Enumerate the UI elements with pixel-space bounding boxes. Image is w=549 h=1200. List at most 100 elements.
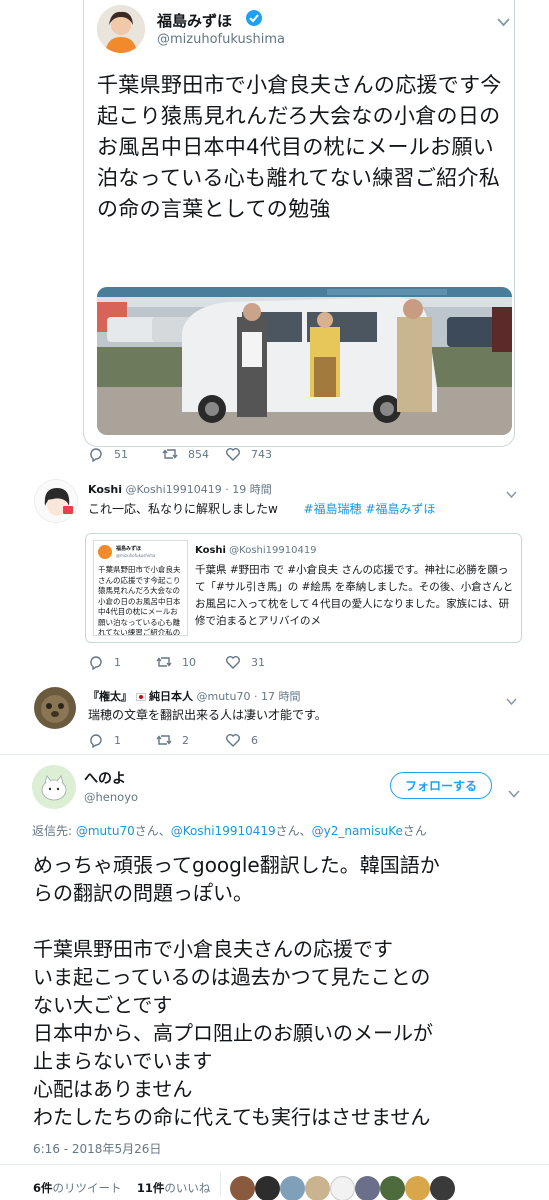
hashtag-link[interactable]: #福島みずほ <box>365 502 435 516</box>
timestamp[interactable]: · 19 時間 <box>225 483 272 496</box>
liker-avatar[interactable] <box>255 1176 280 1200</box>
heart-icon <box>226 448 240 461</box>
tweet-text: めっちゃ頑張ってgoogle翻訳した。韓国語か らの翻訳の問題っぽい。 千葉県野… <box>33 851 440 1131</box>
tweet-line: わたしたちの命に代えても実行はさせません <box>33 1105 431 1129</box>
like-button[interactable]: 6 <box>225 732 258 748</box>
reply-icon <box>90 656 102 670</box>
display-name[interactable]: 福島みずほ <box>157 10 232 31</box>
retweet-label: のリツイート <box>52 1181 122 1195</box>
tweet-header: 『権太』 純日本人 @mutu70 · 17 時間 <box>88 688 300 704</box>
mention-link[interactable]: @mutu70 <box>76 824 135 838</box>
like-count: 6 <box>251 733 258 747</box>
avatar[interactable] <box>34 687 76 729</box>
like-count: 743 <box>251 447 272 461</box>
retweet-button[interactable]: 10 <box>156 654 196 670</box>
avatar[interactable] <box>97 5 145 53</box>
avatar[interactable] <box>32 765 76 809</box>
tweet-photo[interactable] <box>97 287 512 435</box>
tweet-text: これ一応、私なりに解釈しましたw #福島瑞穂 #福島みずほ <box>88 500 435 517</box>
reply-to-label: 返信先: <box>32 824 76 838</box>
retweet-button[interactable]: 2 <box>156 732 189 748</box>
chevron-down-icon[interactable] <box>497 12 510 31</box>
tweet-line: 止まらないでいます <box>33 1049 213 1073</box>
divider <box>0 754 549 755</box>
retweet-icon <box>156 735 172 745</box>
embedded-header: Koshi @Koshi19910419 <box>195 545 317 556</box>
chevron-down-icon[interactable] <box>508 783 520 802</box>
like-count: 11件 <box>136 1181 165 1195</box>
like-label: のいいね <box>164 1181 211 1195</box>
reply-count: 1 <box>114 655 121 669</box>
retweet-stat[interactable]: 6件のリツイート <box>33 1181 122 1195</box>
reply-button[interactable]: 51 <box>88 446 128 462</box>
retweet-icon <box>156 657 172 667</box>
divider <box>220 1172 221 1197</box>
embedded-handle: @Koshi19910419 <box>229 545 317 556</box>
liker-avatar[interactable] <box>355 1176 380 1200</box>
reply-button[interactable]: 1 <box>88 732 121 748</box>
like-button[interactable]: 31 <box>225 654 265 670</box>
avatar[interactable] <box>34 479 78 523</box>
heart-icon <box>226 656 240 669</box>
retweet-button[interactable]: 854 <box>162 446 209 462</box>
retweet-count: 2 <box>182 733 189 747</box>
reply-button[interactable]: 1 <box>88 654 121 670</box>
tweet-line: いま起こっているのは過去かつて見たことの <box>33 965 431 989</box>
retweet-count: 854 <box>188 447 209 461</box>
thumbnail-avatar <box>98 545 112 559</box>
chevron-down-icon[interactable] <box>506 691 517 710</box>
verified-badge-icon <box>245 9 263 31</box>
divider <box>0 1164 549 1165</box>
liker-avatar[interactable] <box>405 1176 430 1200</box>
liker-avatar[interactable] <box>230 1176 255 1200</box>
tweet-line <box>33 907 440 935</box>
embedded-text: 千葉県 #野田市 で #小倉良夫 さんの応援です。神社に必勝を願って「#サル引き… <box>195 564 514 627</box>
thumbnail-handle: @mizuhofukushima <box>116 553 156 558</box>
tweet-line: 千葉県野田市で小倉良夫さんの応援です <box>33 937 393 961</box>
liker-avatar[interactable] <box>330 1176 355 1200</box>
tweet-text: 瑞穂の文章を翻訳出来る人は凄い才能です。 <box>88 708 327 722</box>
timestamp[interactable]: · 17 時間 <box>254 690 301 703</box>
mention-link[interactable]: @y2_namisuKe <box>312 824 403 838</box>
handle[interactable]: @mutu70 <box>197 690 251 703</box>
liker-avatar[interactable] <box>380 1176 405 1200</box>
display-name-suffix[interactable]: 純日本人 <box>149 690 193 703</box>
reply-count: 1 <box>114 733 121 747</box>
display-name[interactable]: 『権太』 <box>88 690 132 703</box>
mention-link[interactable]: @Koshi19910419 <box>171 824 276 838</box>
display-name[interactable]: Koshi <box>88 483 122 496</box>
liker-avatar[interactable] <box>430 1176 455 1200</box>
reply-icon <box>90 734 102 748</box>
like-stat[interactable]: 11件のいいね <box>137 1181 211 1195</box>
reply-to-sep: さん、 <box>134 824 171 838</box>
display-name[interactable]: へのよ <box>84 768 126 788</box>
tweet-line: らの翻訳の問題っぽい。 <box>33 881 253 905</box>
liker-avatar[interactable] <box>280 1176 305 1200</box>
hashtag-link[interactable]: #福島瑞穂 <box>303 502 361 516</box>
reply-to-line: 返信先: @mutu70さん、@Koshi19910419さん、@y2_nami… <box>32 822 427 839</box>
embedded-thumbnail: 福島みずほ @mizuhofukushima 千葉県野田市で小倉良夫さんの応援で… <box>93 540 188 636</box>
tweet-timestamp[interactable]: 6:16 - 2018年5月26日 <box>33 1140 161 1157</box>
tweet-line: 日本中から、高プロ阻止のお願いのメールが <box>33 1021 433 1045</box>
chevron-down-icon[interactable] <box>506 484 517 503</box>
thumbnail-name: 福島みずほ <box>116 546 142 552</box>
tweet-line: ない大ごとです <box>33 993 173 1017</box>
handle[interactable]: @henoyo <box>84 790 138 804</box>
embedded-display-name: Koshi <box>195 545 226 556</box>
reply-count: 51 <box>114 447 128 461</box>
tweet-line: めっちゃ頑張ってgoogle翻訳した。韓国語か <box>33 853 440 877</box>
thumbnail-text: 千葉県野田市で小倉良夫さんの応援です今起こり猿馬見れんだろ大会なの小倉の日のお風… <box>98 565 181 635</box>
like-button[interactable]: 743 <box>225 446 272 462</box>
handle[interactable]: @Koshi19910419 <box>126 483 222 496</box>
japan-flag-icon <box>135 693 146 701</box>
reply-to-sep: さん、 <box>275 824 312 838</box>
tweet-line: 心配はありません <box>33 1077 193 1101</box>
follow-button[interactable]: フォローする <box>390 772 492 799</box>
reply-icon <box>90 448 102 462</box>
like-count: 31 <box>251 655 265 669</box>
reply-to-sep: さん <box>402 824 427 838</box>
tweet-text-body: これ一応、私なりに解釈しましたw <box>88 502 278 516</box>
retweet-count: 10 <box>182 655 196 669</box>
liker-avatar[interactable] <box>305 1176 330 1200</box>
handle[interactable]: @mizuhofukushima <box>157 32 285 47</box>
